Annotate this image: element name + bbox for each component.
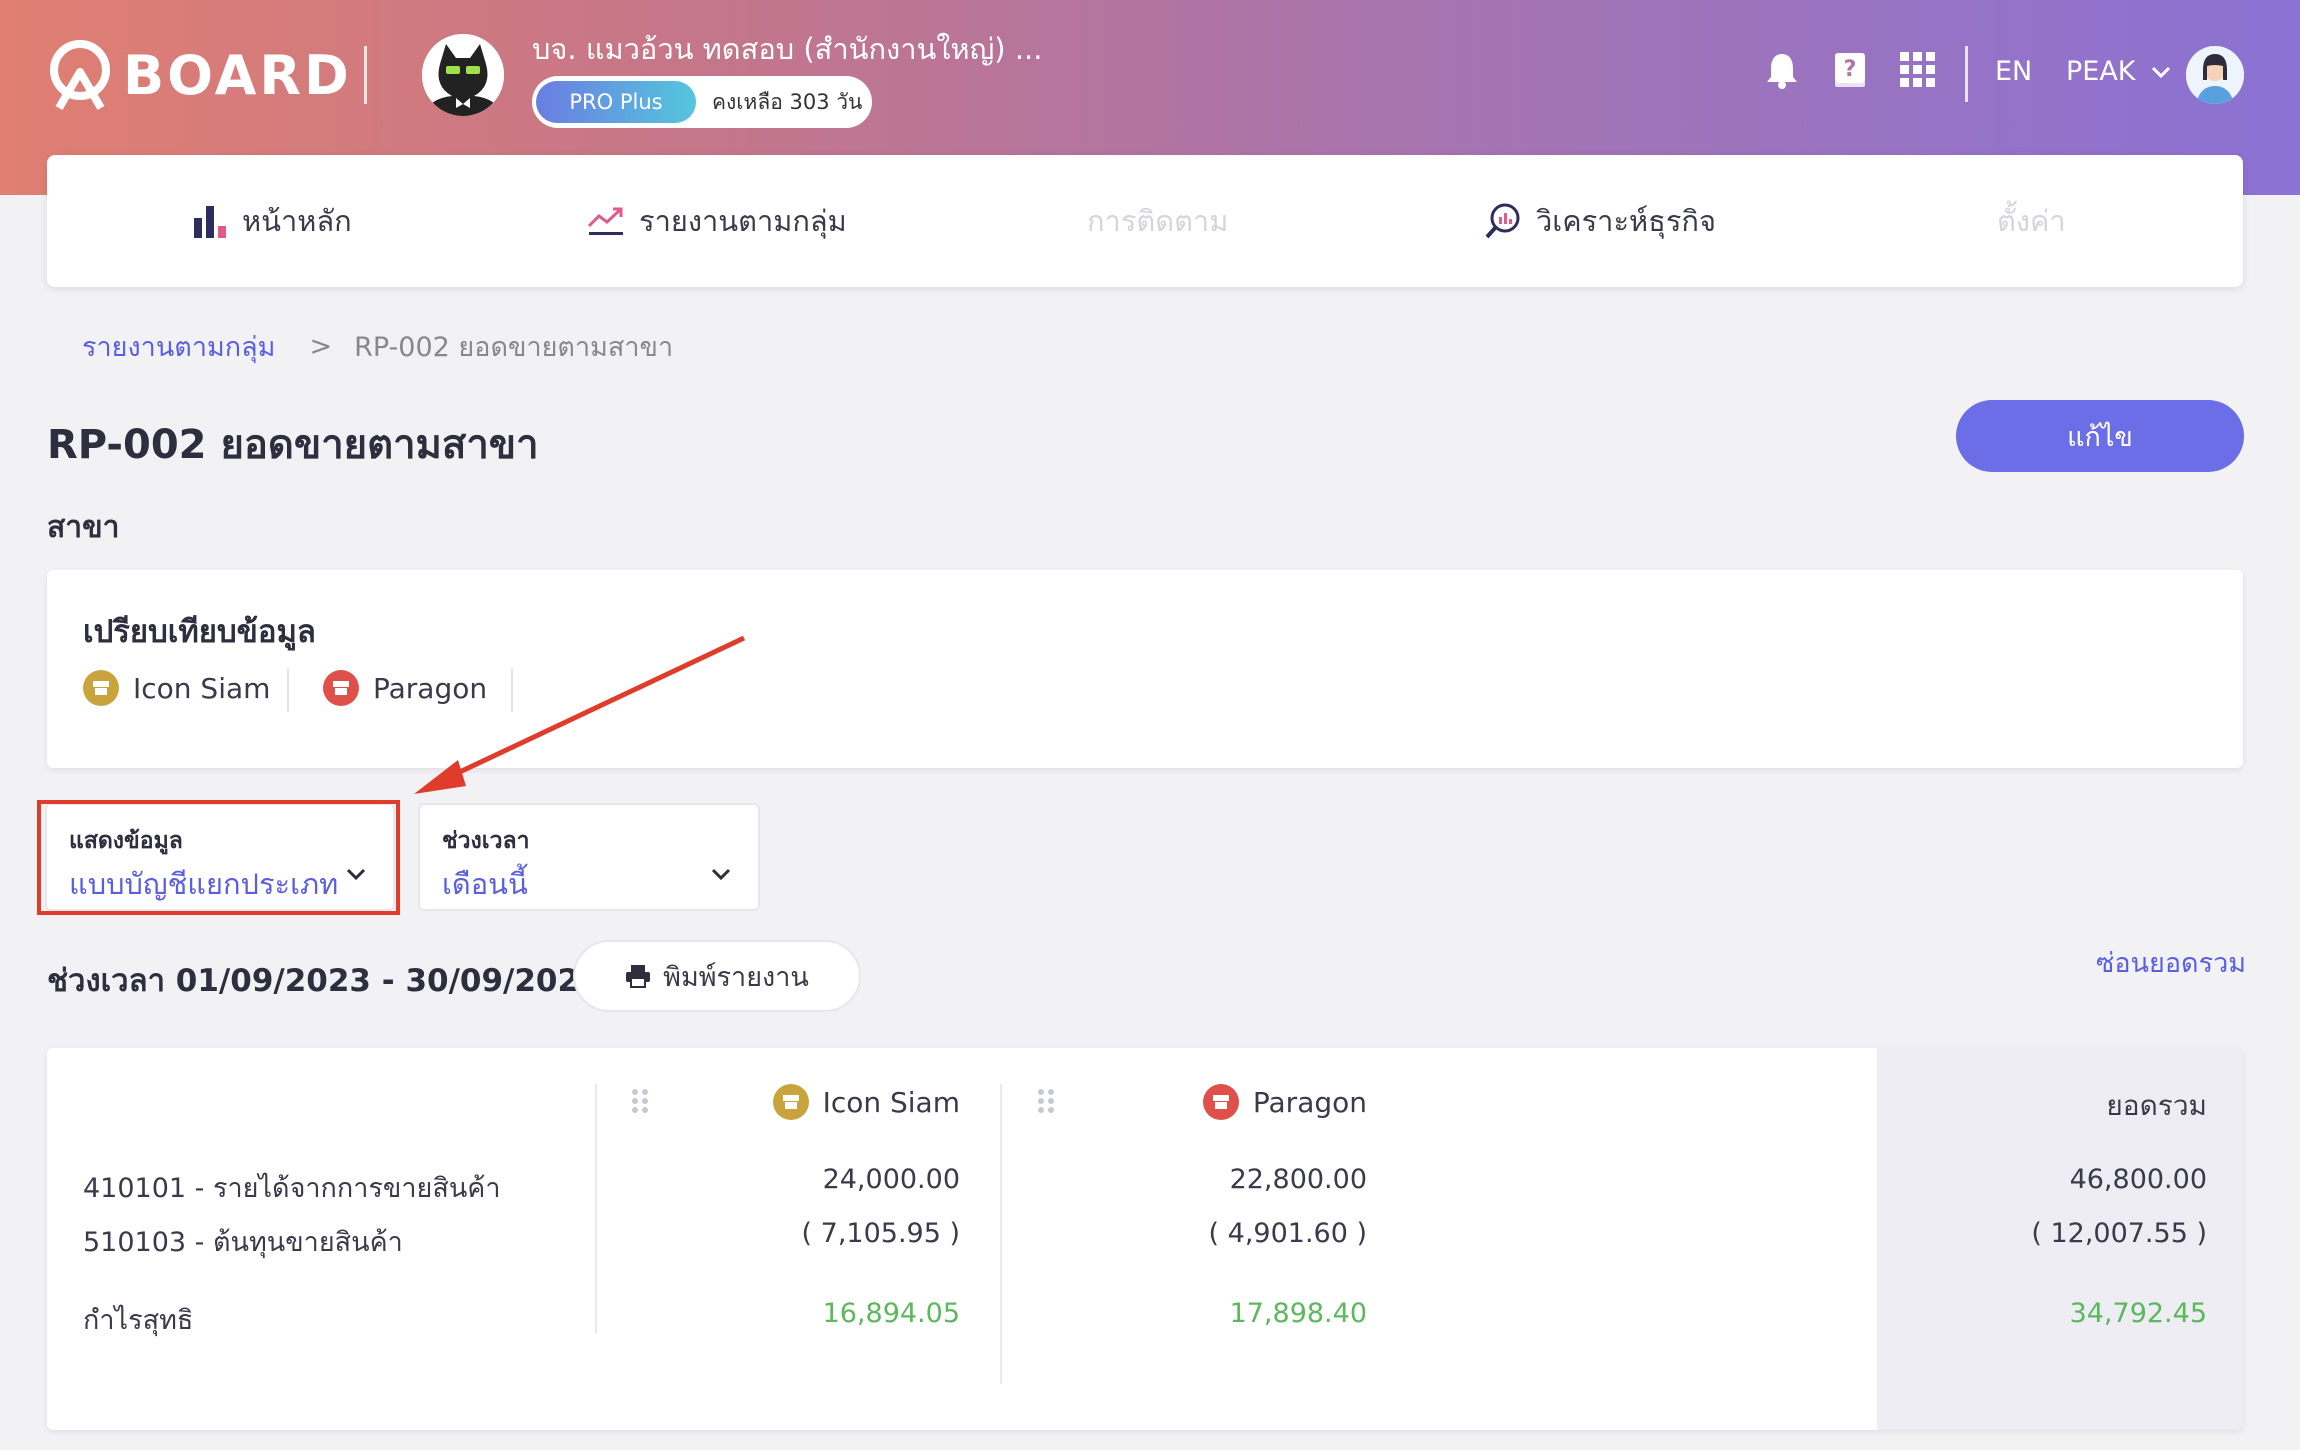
column-divider xyxy=(595,1084,597,1334)
app-grid-icon[interactable] xyxy=(1896,48,1940,92)
nav-business-analysis[interactable]: วิเคราะห์ธุรกิจ xyxy=(1484,198,1716,244)
account-label: 410101 - รายได้จากการขายสินค้า xyxy=(83,1173,501,1204)
main-nav: หน้าหลัก รายงานตามกลุ่ม การติดตาม วิเครา… xyxy=(47,155,2243,287)
store-icon xyxy=(1202,1084,1239,1120)
chevron-down-icon xyxy=(2151,66,2170,78)
nav-group-report-label: รายงานตามกลุ่ม xyxy=(639,204,847,238)
print-report-label: พิมพ์รายงาน xyxy=(663,961,809,992)
report-period: ช่วงเวลา 01/09/2023 - 30/09/2023 xyxy=(47,963,601,999)
page-title: RP-002 ยอดขายตามสาขา xyxy=(47,422,539,468)
nav-tracking-label: การติดตาม xyxy=(1087,204,1229,238)
nav-group-report[interactable]: รายงานตามกลุ่ม xyxy=(587,198,847,244)
magnify-chart-icon xyxy=(1485,203,1520,239)
account-menu[interactable]: PEAK xyxy=(2066,56,2172,87)
printer-icon xyxy=(626,965,651,988)
plan-pill: PRO Plus คงเหลือ 303 วัน xyxy=(532,76,872,128)
annotation-arrow-icon xyxy=(414,635,746,794)
nav-settings-label: ตั้งค่า xyxy=(1997,204,2066,238)
section-label: สาขา xyxy=(47,510,120,545)
breadcrumb-separator: > xyxy=(309,331,333,362)
logo-text: BOARD xyxy=(123,43,352,107)
logo-mark-icon xyxy=(45,38,115,112)
column-header-total: ยอดรวม xyxy=(2106,1084,2207,1128)
cell-value: 22,800.00 xyxy=(1229,1164,1367,1195)
header-divider xyxy=(364,46,367,104)
company-avatar[interactable] xyxy=(422,34,504,116)
cell-value: 46,800.00 xyxy=(2069,1164,2207,1195)
header-divider-right xyxy=(1965,46,1968,102)
cell-value: ( 4,901.60 ) xyxy=(1208,1218,1367,1249)
bar-chart-icon xyxy=(194,206,226,238)
nav-tracking: การติดตาม xyxy=(1087,198,1228,244)
branch-name: Icon Siam xyxy=(133,671,271,705)
nav-settings: ตั้งค่า xyxy=(1997,198,2066,244)
plan-badge: PRO Plus xyxy=(536,81,696,123)
drag-handle-icon[interactable] xyxy=(1037,1088,1055,1114)
language-switch[interactable]: EN xyxy=(1995,56,2032,87)
account-menu-label: PEAK xyxy=(2066,56,2136,87)
store-icon xyxy=(772,1084,809,1120)
chip-divider xyxy=(287,668,289,712)
drag-handle-icon[interactable] xyxy=(631,1088,649,1114)
nav-business-analysis-label: วิเคราะห์ธุรกิจ xyxy=(1536,204,1716,238)
account-label: 510103 - ต้นทุนขายสินค้า xyxy=(83,1227,403,1258)
period-select[interactable]: ช่วงเวลา เดือนนี้ xyxy=(418,803,760,911)
net-profit-label: กำไรสุทธิ xyxy=(83,1305,194,1336)
compare-card: เปรียบเทียบข้อมูล Icon Siam Paragon xyxy=(47,570,2243,768)
company-name[interactable]: บจ. แมวอ้วน ทดสอบ (สำนักงานใหญ่) ... xyxy=(532,26,1043,72)
cell-value: ( 12,007.55 ) xyxy=(2031,1218,2207,1249)
branch-chip-icon-siam[interactable]: Icon Siam xyxy=(83,670,270,706)
column-header-label: Paragon xyxy=(1252,1085,1367,1119)
column-divider xyxy=(1000,1084,1002,1384)
breadcrumb: รายงานตามกลุ่ม > RP-002 ยอดขายตามสาขา xyxy=(82,325,673,368)
column-header-label: Icon Siam xyxy=(822,1085,960,1119)
period-label: ช่วงเวลา xyxy=(442,828,530,854)
print-report-button[interactable]: พิมพ์รายงาน xyxy=(573,940,861,1012)
breadcrumb-parent-link[interactable]: รายงานตามกลุ่ม xyxy=(82,325,275,368)
trend-up-icon xyxy=(587,207,623,235)
top-icons: ? xyxy=(1760,48,1964,92)
chevron-down-icon xyxy=(711,868,731,881)
nav-home-label: หน้าหลัก xyxy=(242,204,352,238)
nav-home[interactable]: หน้าหลัก xyxy=(192,198,352,244)
hide-total-link[interactable]: ซ่อนยอดรวม xyxy=(2096,941,2246,984)
net-profit-value: 17,898.40 xyxy=(1229,1298,1367,1329)
bell-icon[interactable] xyxy=(1760,48,1804,92)
column-header-icon-siam: Icon Siam xyxy=(772,1084,960,1120)
plan-remaining: คงเหลือ 303 วัน xyxy=(712,89,863,114)
net-profit-value: 16,894.05 xyxy=(822,1298,960,1329)
user-avatar[interactable] xyxy=(2186,46,2244,104)
store-icon xyxy=(323,670,359,706)
highlight-box xyxy=(37,800,400,915)
report-table: Icon Siam Paragon ยอดรวม 410101 - รายได้… xyxy=(47,1048,2243,1430)
net-profit-value: 34,792.45 xyxy=(2069,1298,2207,1329)
period-value: เดือนนี้ xyxy=(442,867,528,901)
edit-button[interactable]: แก้ไข xyxy=(1956,400,2244,472)
svg-text:?: ? xyxy=(1844,57,1857,82)
cell-value: 24,000.00 xyxy=(822,1164,960,1195)
board-logo[interactable]: BOARD xyxy=(45,38,352,112)
store-icon xyxy=(83,670,119,706)
breadcrumb-current: RP-002 ยอดขายตามสาขา xyxy=(354,332,674,363)
column-header-paragon: Paragon xyxy=(1202,1084,1367,1120)
compare-title: เปรียบเทียบข้อมูล xyxy=(83,614,316,650)
column-header-label: ยอดรวม xyxy=(2106,1089,2207,1122)
help-book-icon[interactable]: ? xyxy=(1828,48,1872,92)
cell-value: ( 7,105.95 ) xyxy=(801,1218,960,1249)
